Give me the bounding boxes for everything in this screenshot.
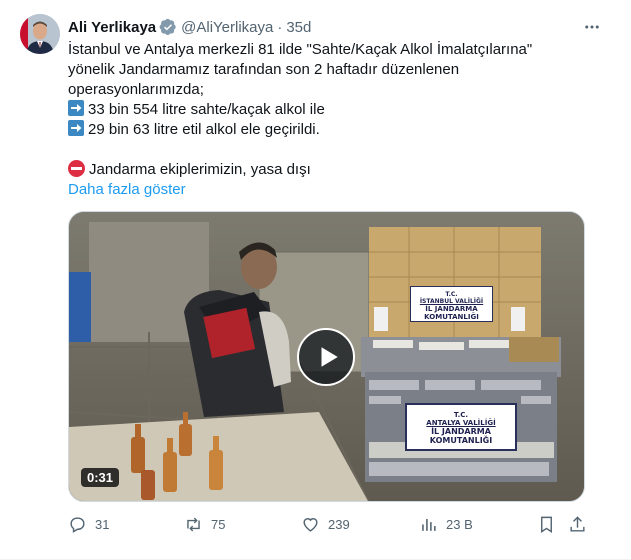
video-duration: 0:31	[81, 468, 120, 487]
video-player[interactable]: T.C. İSTANBUL VALİLİĞİ İL JANDARMA KOMUT…	[68, 211, 585, 502]
like-count: 239	[328, 516, 350, 532]
avatar[interactable]	[20, 14, 60, 54]
right-arrow-emoji-icon	[68, 120, 84, 136]
reply-icon	[70, 516, 85, 533]
bookmark-button[interactable]	[537, 514, 556, 534]
istanbul-sign: T.C. İSTANBUL VALİLİĞİ İL JANDARMA KOMUT…	[410, 286, 493, 322]
tweet-actions: 31 75 239 23 B	[68, 512, 588, 536]
sign-komutanlik: İL JANDARMA KOMUTANLIĞI	[424, 305, 479, 321]
views-button[interactable]: 23 B	[419, 514, 473, 534]
sign-tc: T.C.	[445, 291, 458, 298]
show-more-link[interactable]: Daha fazla göster	[68, 181, 186, 198]
play-button[interactable]	[297, 328, 355, 386]
tweet-line-text: 33 bin 554 litre sahte/kaçak alkol ile	[88, 101, 325, 118]
separator-dot: ·	[277, 18, 283, 36]
sign-valilik: İSTANBUL VALİLİĞİ	[419, 298, 484, 305]
tweet-timestamp[interactable]: 35d	[286, 19, 311, 36]
views-chart-icon	[422, 518, 436, 531]
tweet-line: 29 bin 63 litre etil alkol ele geçirildi…	[68, 120, 578, 140]
tweet-line: İstanbul ve Antalya merkezli 81 ilde "Sa…	[68, 41, 533, 58]
right-arrow-emoji-icon	[68, 100, 84, 116]
tweet-line: yönelik Jandarmamız tarafından son 2 haf…	[68, 61, 460, 78]
tweet-header: Ali Yerlikaya @AliYerlikaya · 35d	[68, 16, 591, 38]
play-icon	[321, 347, 338, 367]
views-count: 23 B	[446, 516, 473, 532]
reply-button[interactable]: 31	[68, 514, 109, 534]
sign-tc: T.C.	[453, 411, 469, 419]
author-handle[interactable]: @AliYerlikaya	[181, 19, 273, 36]
tweet-text: İstanbul ve Antalya merkezli 81 ilde "Sa…	[68, 40, 578, 200]
share-button[interactable]	[568, 514, 587, 534]
sign-valilik: ANTALYA VALİLİĞİ	[426, 419, 496, 427]
antalya-sign: T.C. ANTALYA VALİLİĞİ İL JANDARMA KOMUTA…	[405, 403, 517, 451]
more-options-button[interactable]	[581, 16, 603, 38]
tweet-card[interactable]: Ali Yerlikaya @AliYerlikaya · 35d İstanb…	[0, 0, 631, 560]
heart-icon	[303, 517, 318, 532]
bookmark-icon	[541, 516, 552, 533]
share-icon	[570, 515, 585, 532]
repost-button[interactable]: 75	[184, 514, 225, 534]
tweet-line: Jandarma ekiplerimizin, yasa dışı	[68, 160, 578, 180]
tweet-line-text: 29 bin 63 litre etil alkol ele geçirildi…	[88, 121, 320, 138]
verified-badge-icon	[159, 18, 177, 36]
no-entry-emoji-icon	[68, 160, 85, 177]
repost-count: 75	[211, 516, 226, 532]
reply-count: 31	[95, 516, 110, 532]
more-options-icon	[585, 25, 599, 29]
like-button[interactable]: 239	[301, 514, 350, 534]
repost-icon	[187, 517, 200, 531]
tweet-line-text: Jandarma ekiplerimizin, yasa dışı	[89, 161, 311, 178]
author-name[interactable]: Ali Yerlikaya	[68, 19, 156, 36]
tweet-line: 33 bin 554 litre sahte/kaçak alkol ile	[68, 100, 578, 120]
sign-komutanlik: İL JANDARMA KOMUTANLIĞI	[429, 427, 493, 445]
tweet-line: operasyonlarımızda;	[68, 81, 204, 98]
